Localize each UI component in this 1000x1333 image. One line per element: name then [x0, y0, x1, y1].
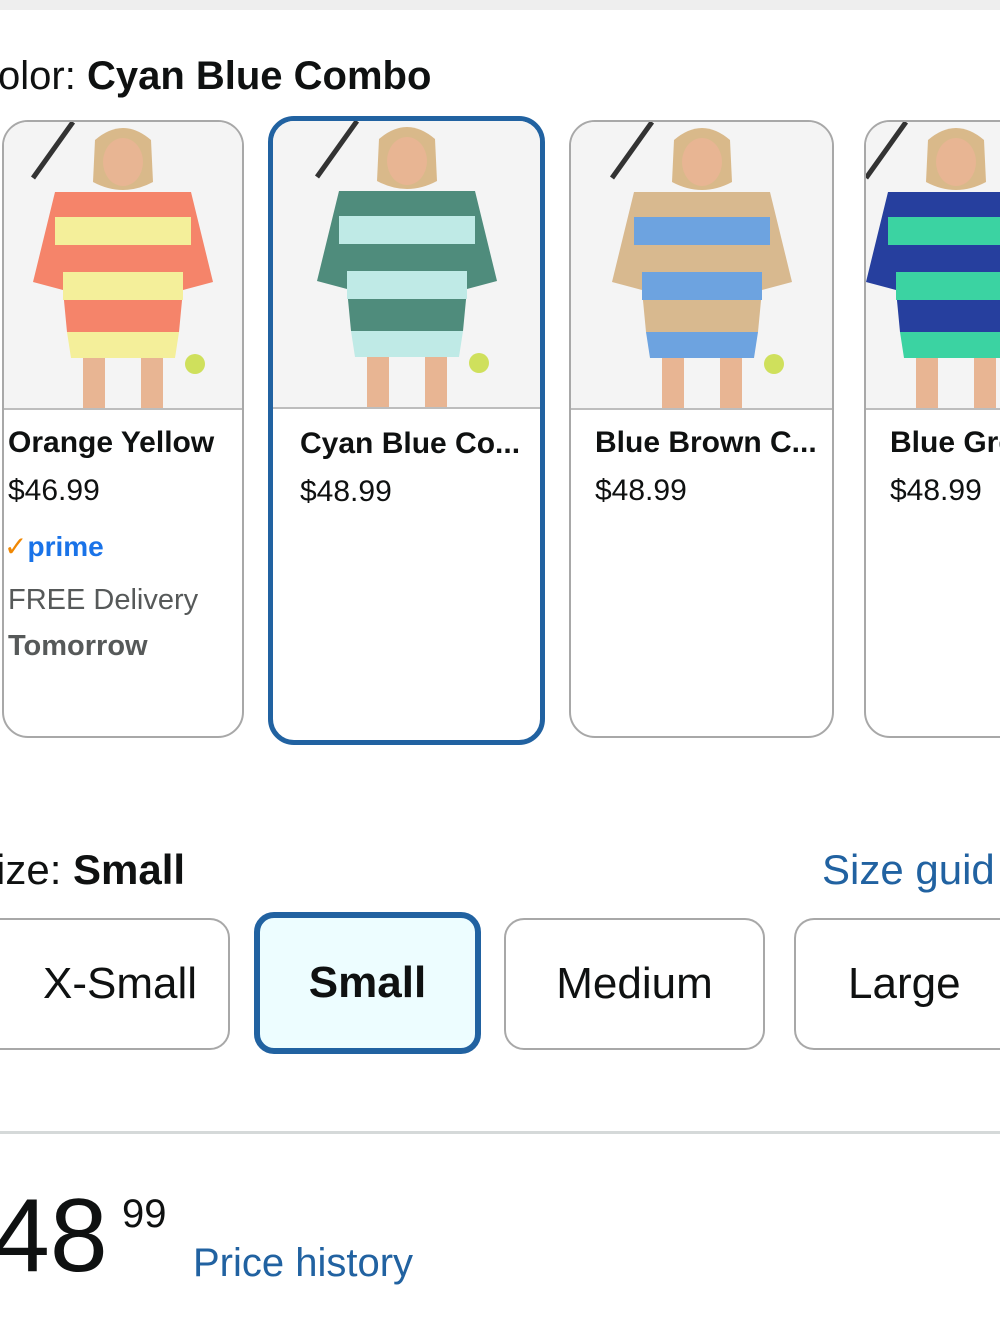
swatch-image-blue-green: [866, 122, 1000, 410]
swatch-price: $48.99: [890, 474, 982, 507]
top-divider-strip: [0, 0, 1000, 10]
swatch-image-blue-brown: [571, 122, 832, 410]
color-heading: olor: Cyan Blue Combo: [0, 50, 431, 102]
color-swatch-blue-green[interactable]: Blue Gre $48.99: [864, 120, 1000, 738]
size-guide-link[interactable]: Size guid: [822, 842, 995, 898]
swatch-image-cyan-blue: [273, 121, 540, 409]
delivery-label: FREE Delivery: [8, 584, 199, 616]
swatch-name: Blue Brown C...: [595, 426, 817, 459]
prime-badge: ✓prime: [4, 531, 104, 562]
product-model-image: [581, 122, 822, 408]
size-option-label: X-Small: [42, 959, 198, 1008]
size-label: ize:: [0, 846, 62, 893]
size-option-x-small[interactable]: X-Small: [0, 918, 230, 1050]
swatch-price: $48.99: [595, 474, 687, 507]
size-option-large[interactable]: Large: [794, 918, 1000, 1050]
price-whole: 48: [0, 1178, 108, 1294]
color-swatch-blue-brown[interactable]: Blue Brown C... $48.99: [569, 120, 834, 738]
size-option-label: Small: [308, 958, 427, 1007]
color-selected-value: Cyan Blue Combo: [86, 54, 432, 98]
swatch-name: Blue Gre: [890, 426, 1000, 459]
swatch-price: $46.99: [8, 474, 100, 507]
color-label: olor:: [0, 54, 76, 98]
size-selected-value: Small: [73, 846, 186, 893]
size-heading: ize: Small: [0, 842, 185, 898]
swatch-price: $48.99: [300, 475, 392, 508]
size-option-medium[interactable]: Medium: [504, 918, 765, 1050]
size-option-label: Medium: [556, 959, 713, 1008]
size-option-label: Large: [848, 959, 961, 1008]
price-history-link[interactable]: Price history: [193, 1238, 413, 1288]
color-swatch-cyan-blue-combo[interactable]: Cyan Blue Co... $48.99: [268, 116, 545, 745]
size-option-small[interactable]: Small: [254, 912, 481, 1054]
swatch-name: Cyan Blue Co...: [300, 427, 521, 460]
swatch-name: Orange Yellow: [8, 426, 215, 459]
prime-check-icon: ✓: [4, 531, 28, 562]
swatch-image-orange-yellow: [4, 122, 242, 410]
product-model-image: [4, 122, 242, 408]
delivery-day: Tomorrow: [8, 630, 148, 662]
section-divider: [0, 1131, 1000, 1134]
price-fraction: 99: [122, 1192, 167, 1236]
product-model-image: [286, 121, 527, 407]
color-swatch-orange-yellow[interactable]: Orange Yellow $46.99 ✓prime FREE Deliver…: [2, 120, 244, 738]
product-model-image: [866, 122, 1000, 408]
